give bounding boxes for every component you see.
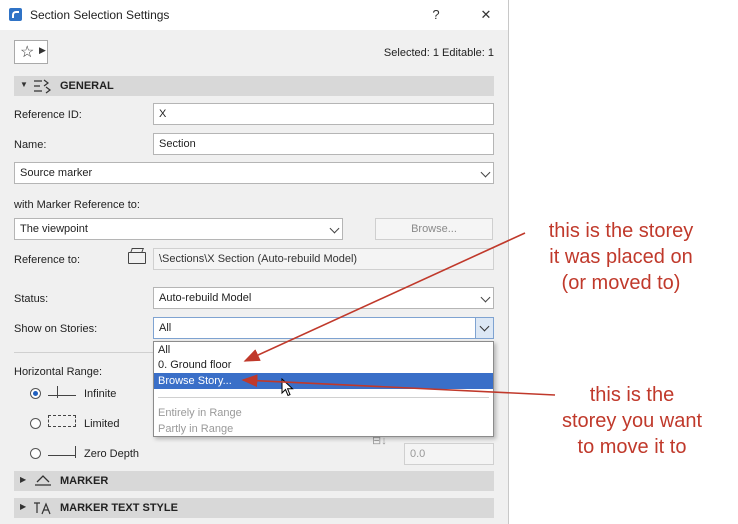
reference-id-label: Reference ID:: [14, 109, 82, 121]
annotation-top-line: this is the storey: [548, 220, 694, 242]
annotation-top: this is the storey it was placed on (or …: [512, 218, 730, 296]
title-bar: Section Selection Settings ? ✕: [0, 0, 508, 30]
section-selection-settings-dialog: Section Selection Settings ? ✕ ☆ ▶ Selec…: [0, 0, 509, 524]
chevron-down-icon: [480, 167, 491, 178]
zero-depth-range-icon: [48, 446, 76, 458]
horizontal-range-label: Horizontal Range:: [14, 366, 103, 378]
annotation-top-line: (or moved to): [561, 272, 681, 294]
marker-section-header[interactable]: ▶ MARKER: [14, 471, 494, 491]
annotation-bottom-line: this is the: [589, 384, 675, 406]
range-infinite-label: Infinite: [84, 388, 117, 400]
reference-to-label: Reference to:: [14, 254, 81, 266]
marker-icon: [32, 473, 54, 489]
mouse-cursor-icon: [281, 378, 294, 397]
collapsed-triangle-icon: ▶: [20, 475, 27, 484]
close-button[interactable]: ✕: [476, 5, 496, 25]
stories-option-entirely-in-range: Entirely in Range: [158, 407, 242, 419]
stories-dropdown-list: All 0. Ground floor Browse Story... Enti…: [153, 341, 494, 437]
annotation-bottom-line: storey you want: [561, 410, 703, 432]
marker-text-style-section-title: MARKER TEXT STYLE: [60, 502, 178, 514]
list-separator: [158, 397, 489, 398]
range-zero-depth-label: Zero Depth: [84, 448, 140, 460]
show-on-stories-value: All: [159, 322, 172, 334]
range-limited-label: Limited: [84, 418, 120, 430]
help-button[interactable]: ?: [426, 5, 446, 25]
range-zero-depth-radio[interactable]: [30, 448, 41, 459]
star-icon: ☆: [20, 44, 35, 61]
expanded-triangle-icon: ▼: [20, 80, 28, 89]
status-value: Auto-rebuild Model: [159, 292, 252, 304]
stories-option-ground-floor[interactable]: 0. Ground floor: [154, 357, 493, 373]
show-on-stories-label: Show on Stories:: [14, 323, 98, 335]
source-marker-dropdown[interactable]: Source marker: [14, 162, 494, 184]
marker-reference-value: The viewpoint: [20, 223, 88, 235]
general-settings-icon: [32, 78, 54, 94]
name-label: Name:: [14, 139, 47, 151]
range-infinite-radio[interactable]: [30, 388, 41, 399]
general-section-title: GENERAL: [60, 80, 114, 92]
marker-section-title: MARKER: [60, 475, 109, 487]
annotation-bottom: this is the storey you want to move it t…: [530, 382, 734, 460]
window-title: Section Selection Settings: [30, 8, 170, 22]
reference-id-input[interactable]: X: [153, 103, 494, 125]
annotation-bottom-line: to move it to: [577, 436, 687, 458]
status-dropdown[interactable]: Auto-rebuild Model: [153, 287, 494, 309]
favorites-button[interactable]: ☆ ▶: [14, 40, 48, 64]
marker-text-style-section-header[interactable]: ▶ MARKER TEXT STYLE: [14, 498, 494, 518]
name-input[interactable]: Section: [153, 133, 494, 155]
selection-info: Selected: 1 Editable: 1: [383, 47, 494, 59]
show-on-stories-dropdown[interactable]: All: [153, 317, 494, 339]
chevron-down-icon[interactable]: [475, 318, 493, 338]
chevron-right-icon: ▶: [39, 45, 46, 55]
archicad-app-icon: [9, 8, 22, 21]
range-limited-radio[interactable]: [30, 418, 41, 429]
marker-reference-label: with Marker Reference to:: [14, 199, 140, 211]
infinite-range-icon: [48, 386, 76, 398]
collapsed-triangle-icon: ▶: [20, 502, 27, 511]
annotation-top-line: it was placed on: [549, 246, 693, 268]
general-section-header[interactable]: ▼ GENERAL: [14, 76, 494, 96]
chevron-down-icon: [329, 223, 340, 234]
stories-option-browse-story[interactable]: Browse Story...: [154, 373, 493, 389]
browse-button[interactable]: Browse...: [375, 218, 493, 240]
stories-option-partly-in-range: Partly in Range: [158, 423, 234, 435]
text-style-icon: [32, 500, 54, 516]
stories-option-all[interactable]: All: [154, 342, 493, 358]
source-marker-value: Source marker: [20, 167, 93, 179]
marker-reference-dropdown[interactable]: The viewpoint: [14, 218, 343, 240]
status-label: Status:: [14, 293, 49, 305]
chevron-down-icon: [480, 292, 491, 303]
reference-to-field: \Sections\X Section (Auto-rebuild Model): [153, 248, 494, 270]
folder-icon: [128, 252, 146, 264]
limited-range-icon: [48, 415, 76, 427]
depth-input[interactable]: 0.0: [404, 443, 494, 465]
